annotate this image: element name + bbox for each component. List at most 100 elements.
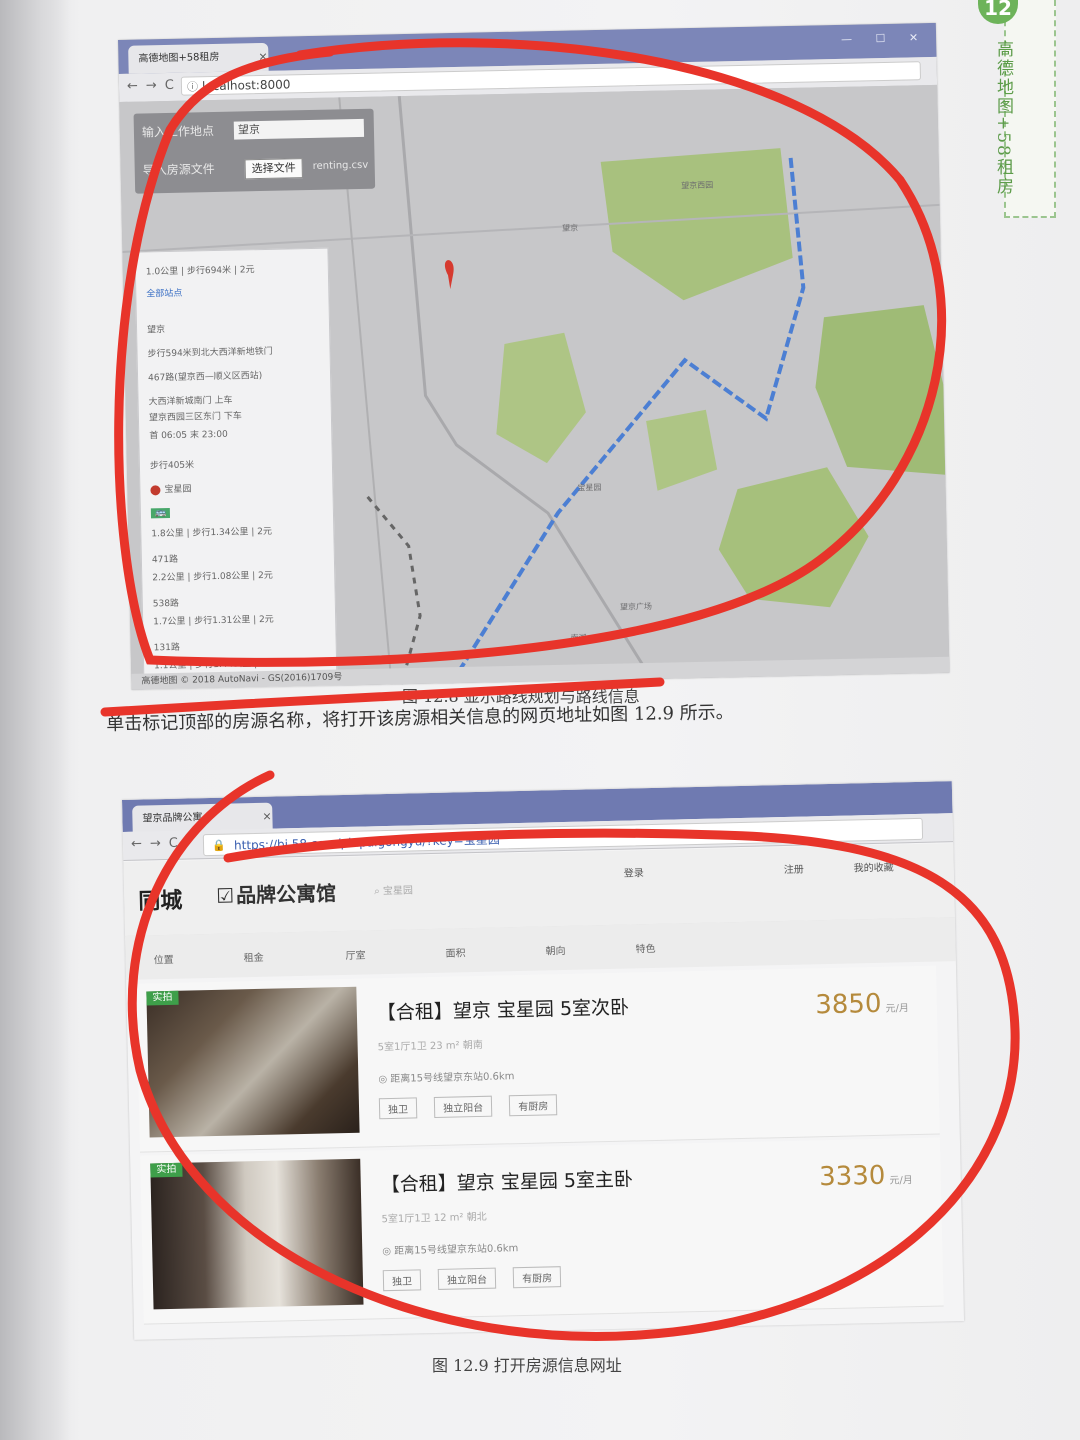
map-label: 望京 (561, 223, 579, 233)
chapter-side-tab: 12 高德地图+58租房 (978, 0, 1056, 218)
listing-distance: ◎ 距离15号线望京东站0.6km (382, 1243, 519, 1258)
header-link-login[interactable]: 登录 (624, 864, 644, 879)
input-panel: 输入工作地点 望京 导入房源文件 选择文件 renting.csv (133, 108, 376, 194)
route-option-summary[interactable]: 1.7公里 | 步行1.31公里 | 2元 (153, 612, 274, 628)
listing-tag: 独立阳台 (437, 1267, 497, 1290)
listing-price: 3850 元/月 (814, 988, 910, 1021)
listing-tag: 独立阳台 (433, 1095, 493, 1118)
listing-photo[interactable]: 实拍 (150, 1158, 364, 1310)
choose-file-button[interactable]: 选择文件 (244, 158, 303, 180)
book-page: 12 高德地图+58租房 高德地图+58租房 × — ☐ ✕ ←→C ⓘ loc… (0, 0, 1080, 1440)
route-step: 望京西园三区东门 下车 (148, 411, 242, 424)
import-file-label: 导入房源文件 (142, 162, 215, 178)
park-area (815, 305, 946, 475)
route-option-name[interactable]: 538路 (153, 596, 179, 610)
listing-tags: 独卫 独立阳台 有厨房 (378, 1094, 570, 1120)
filter-area[interactable]: 面积 (445, 944, 465, 959)
filter-rooms[interactable]: 厅室 (345, 947, 365, 962)
map-canvas[interactable]: 望京 望京西园 宝星园 南湖 望京广场 输入工作地点 望京 导入房源文件 选择文… (119, 84, 950, 690)
location-icon: ◎ (378, 1073, 391, 1086)
route-step: 467路(望京西—顺义区西站) (147, 371, 263, 384)
book-spine-shadow (0, 0, 70, 1440)
chapter-number: 12 (978, 0, 1018, 24)
route-step: 首 06:05 末 23:00 (149, 429, 228, 442)
work-location-label: 输入工作地点 (141, 124, 215, 140)
park-area (718, 467, 869, 608)
nav-buttons[interactable]: ←→C (131, 836, 186, 852)
listing-title[interactable]: 【合租】望京 宝星园 5室主卧 (380, 1165, 634, 1198)
window-controls[interactable]: — ☐ ✕ (841, 31, 928, 46)
park-area (496, 332, 586, 464)
road (122, 203, 940, 253)
bus-icon: 🚌 (150, 508, 171, 519)
park-area (646, 409, 718, 491)
tab-close-icon[interactable]: × (262, 803, 272, 831)
listing-meta: 5室1厅1卫 23 m² 朝南 (377, 1039, 483, 1054)
tab-close-icon[interactable]: × (258, 43, 268, 71)
route-panel[interactable]: 1.0公里 | 步行694米 | 2元 全部站点 望京 步行594米到北大西洋新… (134, 247, 338, 690)
tab-title: 高德地图+58租房 (138, 51, 220, 65)
listing-tag: 有厨房 (508, 1094, 558, 1117)
chapter-side-title: 高德地图+58租房 (993, 40, 1013, 196)
route-step: 望京 (146, 325, 166, 336)
listing-tags: 独卫 独立阳台 有厨房 (382, 1266, 574, 1292)
listing-distance: ◎ 距离15号线望京东站0.6km (378, 1071, 515, 1086)
listing-tag: 独卫 (378, 1097, 418, 1120)
search-icon: ⌕ (374, 886, 384, 898)
browser-tab[interactable]: 高德地图+58租房 × (128, 42, 269, 74)
listing-item[interactable]: 实拍 【合租】望京 宝星园 5室次卧 5室1厅1卫 23 m² 朝南 ◎ 距离1… (136, 965, 940, 1153)
map-label: 望京西园 (681, 180, 714, 191)
route-option-name[interactable]: 131路 (154, 640, 180, 654)
filter-orientation[interactable]: 朝向 (545, 942, 565, 957)
location-marker-icon (445, 260, 454, 290)
walk-line (366, 495, 422, 685)
work-location-input[interactable]: 望京 (233, 118, 365, 140)
route-summary[interactable]: 1.0公里 | 步行694米 | 2元 (146, 262, 255, 277)
site-logo[interactable]: 同城 (138, 883, 183, 916)
browser-window-map: 高德地图+58租房 × — ☐ ✕ ←→C ⓘ localhost:8000 望… (118, 22, 950, 690)
info-icon: ⓘ (186, 80, 199, 94)
route-destination: 宝星园 (150, 482, 192, 496)
figure-caption: 图 12.9 打开房源信息网址 (432, 1356, 622, 1375)
search-input[interactable]: ⌕ 宝星园 (374, 875, 594, 904)
all-stops-link[interactable]: 全部站点 (146, 286, 182, 300)
route-step: 大西洋新城南门 上车 (148, 395, 233, 408)
route-step: 步行594米到北大西洋新地铁门 (147, 346, 273, 360)
browser-window-58: 望京品牌公寓 × ←→C 🔒 https://bj.58.com/pinpaig… (122, 781, 965, 1340)
listing-meta: 5室1厅1卫 12 m² 朝北 (381, 1211, 487, 1226)
route-step: 步行405米 (149, 460, 195, 472)
check-icon: ☑ (215, 883, 235, 908)
nav-buttons[interactable]: ←→C (127, 78, 182, 94)
address-text: https://bj.58.com/pinpaigongyu/?key=宝星园 (233, 832, 500, 853)
listing-photo[interactable]: 实拍 (146, 986, 360, 1138)
destination-icon (150, 484, 161, 495)
route-option-summary[interactable]: 1.1公里 | 步行1.44公里 | 2元 (154, 656, 275, 672)
brand-logo[interactable]: ☑品牌公寓馆 (216, 877, 337, 909)
route-option-summary[interactable]: 2.2公里 | 步行1.08公里 | 2元 (152, 568, 273, 584)
listing-title[interactable]: 【合租】望京 宝星园 5室次卧 (377, 993, 630, 1026)
route-option[interactable]: 🚌 (150, 508, 171, 519)
map-label: 望京广场 (619, 601, 653, 612)
map-label: 宝星园 (577, 482, 602, 493)
tab-title: 望京品牌公寓 (142, 812, 203, 825)
address-text: localhost:8000 (201, 77, 291, 94)
listing-tag: 有厨房 (512, 1266, 562, 1289)
listing-price: 3330 元/月 (818, 1160, 913, 1193)
route-option-summary[interactable]: 1.8公里 | 步行1.34公里 | 2元 (151, 524, 272, 540)
listing-item[interactable]: 实拍 【合租】望京 宝星园 5室主卧 5室1厅1卫 12 m² 朝北 ◎ 距离1… (140, 1137, 944, 1325)
header-link-favorites[interactable]: 我的收藏 (854, 859, 894, 875)
filter-location[interactable]: 位置 (153, 951, 174, 966)
listing-tag: 独卫 (382, 1269, 422, 1292)
photo-badge: 实拍 (150, 1162, 183, 1178)
body-paragraph: 单击标记顶部的房源名称，将打开该房源相关信息的网页地址如图 12.9 所示。 (106, 701, 734, 735)
location-icon: ◎ (382, 1245, 395, 1258)
map-label: 南湖 (570, 633, 587, 643)
header-link-register[interactable]: 注册 (784, 861, 804, 876)
filter-features[interactable]: 特色 (635, 940, 655, 955)
file-name: renting.csv (312, 159, 369, 172)
route-option-name[interactable]: 471路 (152, 552, 178, 566)
park-area (600, 148, 793, 301)
lock-icon: 🔒 (211, 838, 226, 852)
photo-badge: 实拍 (146, 990, 179, 1006)
filter-rent[interactable]: 租金 (243, 949, 264, 964)
